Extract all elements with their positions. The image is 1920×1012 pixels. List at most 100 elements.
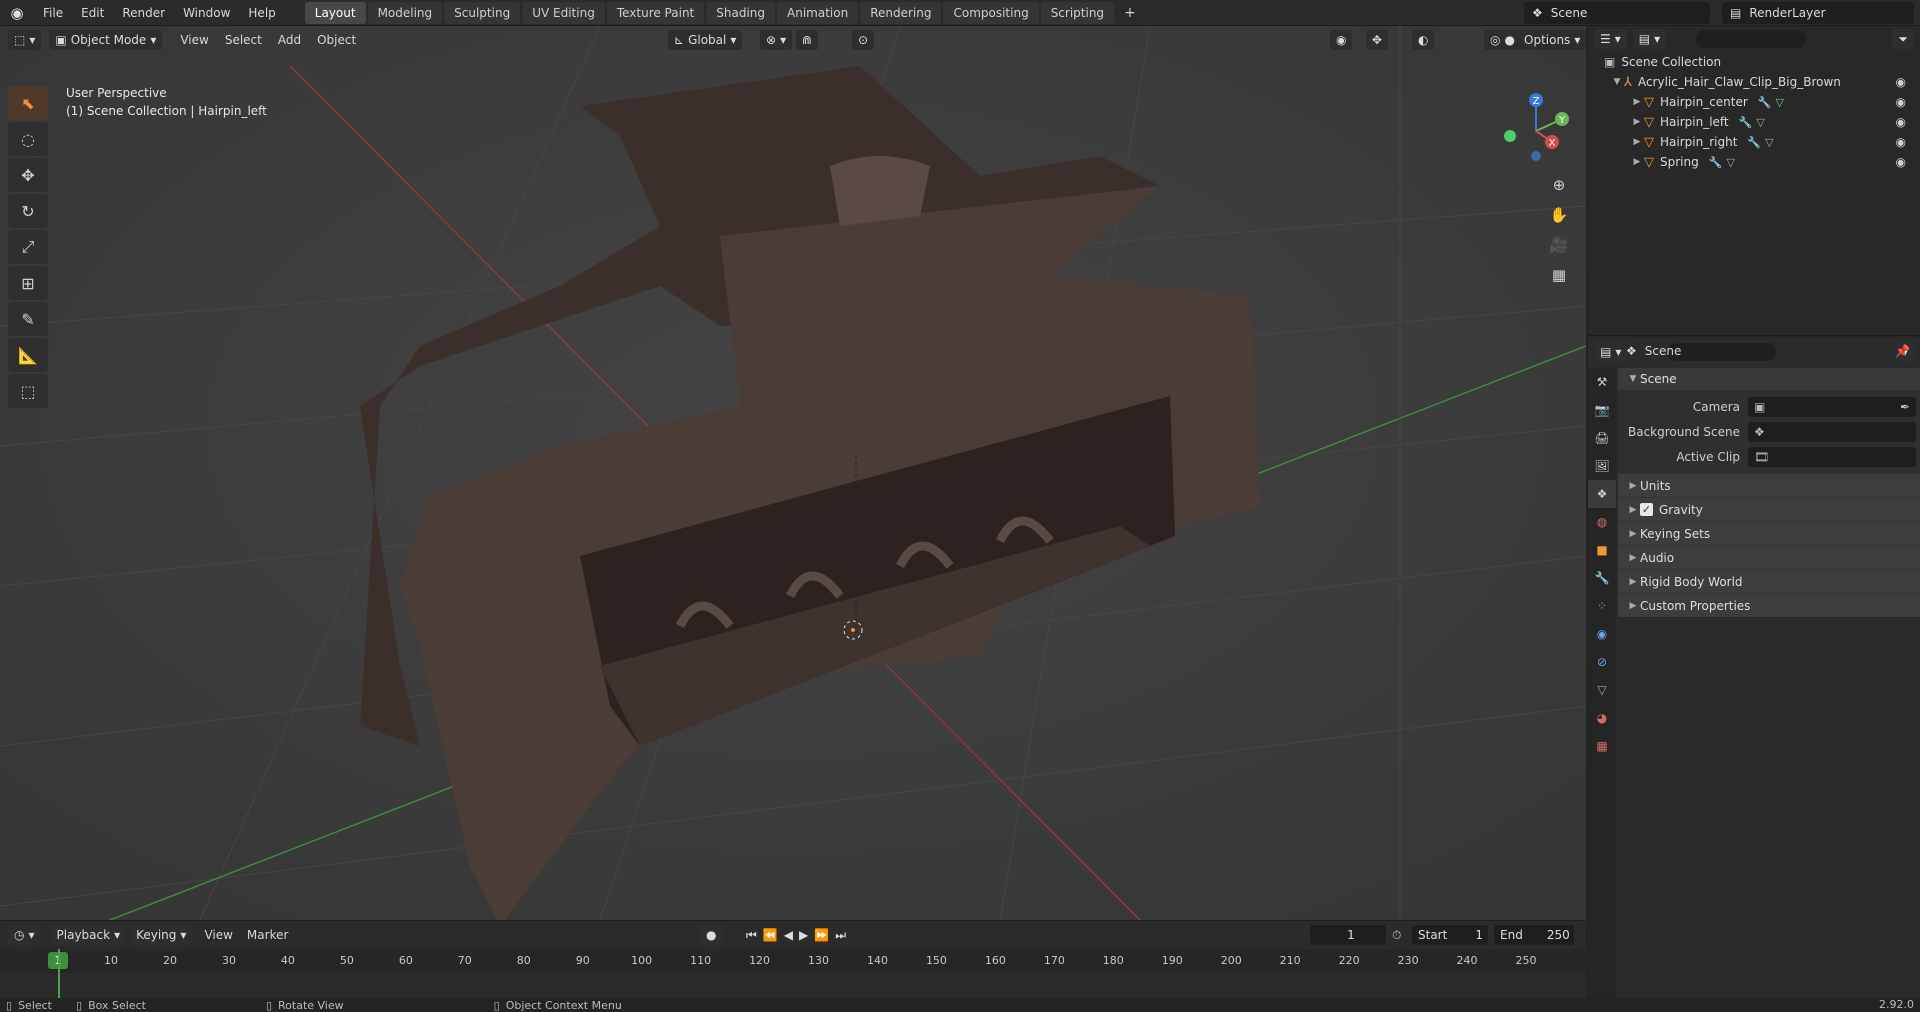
constraints-tab-icon[interactable]: ⊘ [1588,648,1616,676]
object-tab-icon[interactable]: ■ [1588,536,1616,564]
eye-icon[interactable]: ◉ [1896,75,1906,89]
play-icon[interactable]: ▶ [799,928,808,943]
outliner-item-hairpin-left[interactable]: ▶ ▽ Hairpin_left 🔧 ▽ ◉ [1588,112,1920,132]
modifier-tab-icon[interactable]: 🔧 [1588,564,1616,592]
eye-icon[interactable]: ◉ [1896,115,1906,129]
jump-start-icon[interactable]: ⏮ [746,928,757,943]
pin-icon[interactable]: 📌 [1895,344,1910,358]
tab-sculpting[interactable]: Sculpting [444,1,521,24]
pan-button[interactable]: ✋ [1544,202,1574,228]
timeline-editor-type[interactable]: ◷ ▾ [8,925,41,945]
rotate-tool[interactable]: ↻ [8,194,48,228]
tool-tab-icon[interactable]: ⚒ [1588,368,1616,396]
timeline-marker-menu[interactable]: Marker [247,928,288,942]
start-frame-field[interactable]: Start 1 [1412,925,1488,945]
tab-texture-paint[interactable]: Texture Paint [606,1,705,24]
record-button[interactable]: ● [700,925,723,945]
menu-view[interactable]: View [172,33,216,47]
select-box-tool[interactable]: ⬉ [8,86,48,120]
texture-tab-icon[interactable]: ▦ [1588,732,1616,760]
menu-edit[interactable]: Edit [72,0,113,26]
material-tab-icon[interactable]: ◕ [1588,704,1616,732]
frame-ruler[interactable]: 1 10203040506070809010011012013014015016… [0,949,1586,973]
overlays-toggle[interactable]: ◐ [1412,30,1435,50]
eye-icon[interactable]: ◉ [1896,135,1906,149]
filter-button[interactable]: ⏷ [1892,29,1914,49]
render-layer-selector[interactable]: ▤ RenderLayer [1722,2,1914,24]
collapsed-icon[interactable]: ▶ [1630,97,1644,107]
wireframe-shading-icon[interactable]: ◎ [1490,33,1500,47]
render-tab-icon[interactable]: 📷 [1588,396,1616,424]
eyedropper-icon[interactable]: ✒ [1900,400,1910,414]
menu-object[interactable]: Object [309,33,364,47]
move-tool[interactable]: ✥ [8,158,48,192]
outliner-collection[interactable]: ▼ ⅄ Acrylic_Hair_Claw_Clip_Big_Brown ◉ [1588,72,1920,92]
tab-animation[interactable]: Animation [777,1,859,24]
3d-viewport[interactable]: Z Y X ⬚ ▾ ▣ Object Mode ▾ View Select Add O… [0,26,1586,920]
current-frame-field[interactable]: 1 [1310,925,1386,945]
playback-menu[interactable]: Playback ▾ [50,925,127,945]
collapsed-icon[interactable]: ▶ [1630,117,1644,127]
scene-panel-header[interactable]: ▼ Scene [1618,368,1920,390]
outliner-item-hairpin-right[interactable]: ▶ ▽ Hairpin_right 🔧 ▽ ◉ [1588,132,1920,152]
menu-help[interactable]: Help [239,0,284,26]
menu-select[interactable]: Select [217,33,270,47]
tab-rendering[interactable]: Rendering [860,1,942,24]
audio-section[interactable]: ▶ Audio [1618,545,1920,569]
end-frame-field[interactable]: End 250 [1494,925,1574,945]
scale-tool[interactable]: ⤢ [8,230,48,264]
menu-render[interactable]: Render [113,0,174,26]
outliner-item-hairpin-center[interactable]: ▶ ▽ Hairpin_center 🔧 ▽ ◉ [1588,92,1920,112]
physics-tab-icon[interactable]: ◉ [1588,620,1616,648]
snap-toggle[interactable]: ⋒ [796,30,819,50]
playhead[interactable] [58,949,60,999]
outliner-scene-collection[interactable]: ▣ Scene Collection [1588,52,1920,72]
keying-menu[interactable]: Keying ▾ [130,925,193,945]
gravity-section[interactable]: ▶ ✓ Gravity [1618,497,1920,521]
add-workspace-button[interactable]: + [1116,2,1144,24]
eye-icon[interactable]: ◉ [1896,95,1906,109]
proportional-edit-toggle[interactable]: ⊙ [852,30,875,50]
outliner-item-spring[interactable]: ▶ ▽ Spring 🔧 ▽ ◉ [1588,152,1920,172]
collapsed-icon[interactable]: ▶ [1630,137,1644,147]
zoom-button[interactable]: ⊕ [1544,172,1574,198]
scene-selector[interactable]: ❖ Scene [1524,2,1710,24]
particles-tab-icon[interactable]: ⁘ [1588,592,1616,620]
timeline-view-menu[interactable]: View [204,928,232,942]
mesh-data-tab-icon[interactable]: ▽ [1588,676,1616,704]
outliner-editor-type[interactable]: ☰ ▾ [1594,29,1627,49]
menu-add[interactable]: Add [270,33,309,47]
view-layer-tab-icon[interactable]: 🖼 [1588,452,1616,480]
transform-orientation-selector[interactable]: ⊾ Global ▾ [668,30,743,50]
background-scene-field[interactable]: ❖ [1748,421,1916,442]
editor-type-button[interactable]: ⬚ ▾ [8,30,42,50]
expanded-icon[interactable]: ▼ [1610,77,1624,87]
tab-scripting[interactable]: Scripting [1040,1,1115,24]
visibility-selector[interactable]: ◉ [1330,30,1353,50]
tab-uv-editing[interactable]: UV Editing [522,1,605,24]
tab-modeling[interactable]: Modeling [367,1,443,24]
options-button[interactable]: Options ▾ [1518,30,1586,50]
mode-selector[interactable]: ▣ Object Mode ▾ [49,30,163,50]
tab-layout[interactable]: Layout [304,1,366,24]
rigid-body-world-section[interactable]: ▶ Rigid Body World [1618,569,1920,593]
collapsed-icon[interactable]: ▶ [1630,157,1644,167]
eye-icon[interactable]: ◉ [1896,155,1906,169]
custom-properties-section[interactable]: ▶ Custom Properties [1618,593,1920,617]
prev-keyframe-icon[interactable]: ⏪ [763,928,778,943]
units-section[interactable]: ▶ Units [1618,473,1920,497]
ortho-toggle-button[interactable]: ▦ [1544,262,1574,288]
keyframe-track[interactable] [0,949,1586,999]
menu-file[interactable]: File [34,0,72,26]
pivot-selector[interactable]: ⊗ ▾ [760,30,793,50]
tab-compositing[interactable]: Compositing [943,1,1039,24]
world-tab-icon[interactable]: ◍ [1588,508,1616,536]
cursor-tool[interactable]: ◌ [8,122,48,156]
transform-tool[interactable]: ⊞ [8,266,48,300]
stopwatch-icon[interactable]: ⏱ [1392,928,1401,943]
play-reverse-icon[interactable]: ◀ [784,928,793,943]
next-keyframe-icon[interactable]: ⏩ [814,928,829,943]
annotate-tool[interactable]: ✎ [8,302,48,336]
gizmo-toggle[interactable]: ✥ [1366,30,1389,50]
measure-tool[interactable]: 📐 [8,338,48,372]
